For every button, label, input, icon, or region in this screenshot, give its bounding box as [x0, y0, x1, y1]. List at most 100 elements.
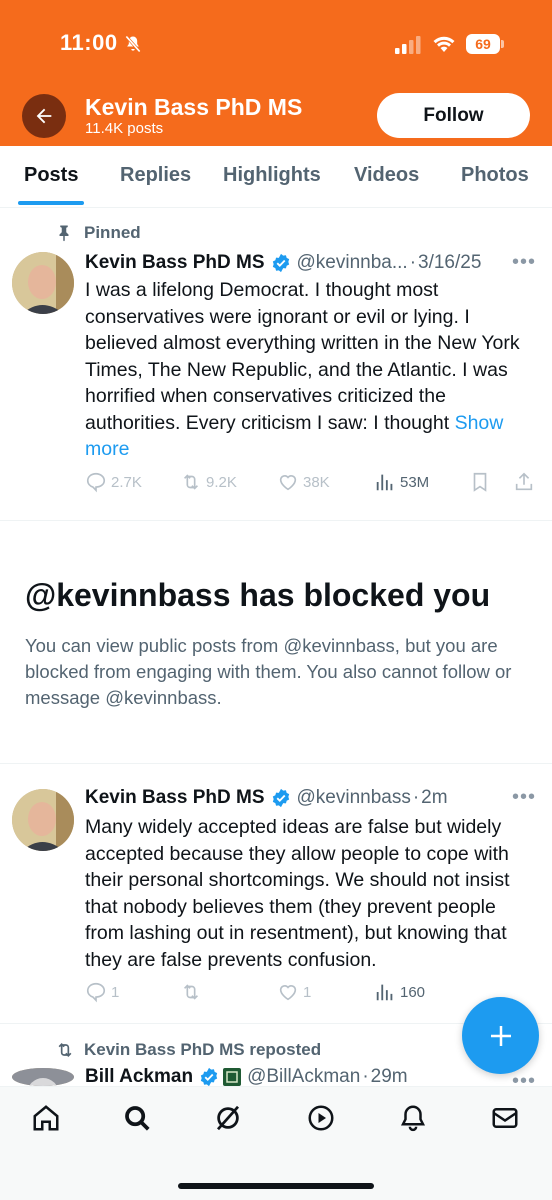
- more-options-icon[interactable]: •••: [512, 786, 536, 809]
- bottom-navigation: [0, 1086, 552, 1200]
- meta-separator: ·: [412, 787, 420, 808]
- profile-posts-count: 11.4K posts: [85, 120, 164, 137]
- pinned-post-meta: Kevin Bass PhD MS @kevinnba... · 3/16/25: [85, 252, 481, 274]
- share-button[interactable]: [513, 471, 539, 493]
- repost-label: Kevin Bass PhD MS reposted: [84, 1040, 322, 1059]
- avatar[interactable]: [12, 252, 74, 314]
- video-icon[interactable]: [306, 1103, 336, 1133]
- post-author[interactable]: Bill Ackman: [85, 1067, 193, 1086]
- pinned-post-actions: 2.7K 9.2K 38K 53M: [85, 471, 535, 497]
- post-handle[interactable]: @kevinnbass: [297, 787, 411, 809]
- like-button[interactable]: 38K: [277, 471, 330, 493]
- post-time: 29m: [370, 1067, 408, 1086]
- repost-indicator: Kevin Bass PhD MS reposted: [55, 1040, 321, 1060]
- avatar[interactable]: [12, 1068, 74, 1086]
- views-button[interactable]: 160: [374, 981, 425, 1003]
- battery-level: 69: [466, 34, 500, 54]
- battery-icon: 69: [466, 34, 504, 54]
- profile-name: Kevin Bass PhD MS: [85, 94, 303, 120]
- bell-off-icon: [125, 35, 141, 53]
- follow-button[interactable]: Follow: [377, 93, 530, 138]
- status-time: 11:00: [60, 30, 118, 55]
- verified-icon: [200, 1067, 218, 1086]
- post-handle[interactable]: @BillAckman: [247, 1067, 360, 1086]
- like-button[interactable]: 1: [277, 981, 311, 1003]
- pinned-post-body: I was a lifelong Democrat. I thought mos…: [85, 279, 520, 434]
- pinned-post-text: I was a lifelong Democrat. I thought mos…: [85, 277, 540, 463]
- back-button[interactable]: [22, 94, 66, 138]
- wifi-icon: [433, 36, 455, 52]
- tab-photos[interactable]: Photos: [461, 164, 529, 187]
- battery-tip: [501, 40, 504, 48]
- tab-replies[interactable]: Replies: [120, 164, 191, 187]
- like-icon: [279, 985, 297, 1001]
- messages-icon[interactable]: [490, 1103, 520, 1133]
- notifications-icon[interactable]: [398, 1103, 428, 1133]
- views-button[interactable]: 53M: [374, 471, 429, 493]
- verified-icon: [272, 788, 289, 808]
- reply-count: 1: [111, 983, 120, 1001]
- reply-icon: [86, 982, 106, 1003]
- home-icon[interactable]: [31, 1103, 61, 1133]
- reply-button[interactable]: 2.7K: [85, 471, 142, 493]
- repost-meta: Bill Ackman @BillAckman · 29m: [85, 1067, 408, 1086]
- more-options-icon[interactable]: •••: [512, 1070, 536, 1086]
- post-text: Many widely accepted ideas are false but…: [85, 816, 510, 971]
- pinned-text: Pinned: [84, 223, 141, 242]
- home-indicator: [178, 1183, 374, 1189]
- meta-separator: ·: [362, 1067, 369, 1086]
- tab-videos[interactable]: Videos: [354, 164, 419, 187]
- signal-icon: [395, 36, 421, 54]
- bookmark-button[interactable]: [469, 471, 495, 493]
- status-bar: 11:00 69: [0, 0, 552, 88]
- post-divider: [0, 763, 552, 764]
- search-icon[interactable]: [122, 1103, 152, 1133]
- like-icon: [279, 475, 297, 491]
- reply-button[interactable]: 1: [85, 981, 119, 1003]
- views-icon: [376, 984, 393, 1001]
- post-actions: 1 1 160: [85, 981, 535, 1007]
- back-arrow-icon: [36, 108, 52, 124]
- active-tab-indicator: [18, 201, 84, 205]
- post-divider: [0, 520, 552, 521]
- views-count: 53M: [400, 473, 430, 491]
- pin-icon: [59, 225, 69, 242]
- post-author[interactable]: Kevin Bass PhD MS: [85, 787, 265, 809]
- blocked-description: You can view public posts from @kevinnba…: [25, 635, 512, 708]
- affiliate-badge-icon: [223, 1067, 242, 1086]
- tab-posts[interactable]: Posts: [24, 164, 78, 187]
- repost-button[interactable]: [180, 981, 206, 1003]
- avatar-image: [12, 789, 74, 851]
- share-icon: [515, 472, 533, 491]
- like-count: 38K: [303, 473, 330, 491]
- avatar-image: [12, 252, 74, 314]
- tab-highlights[interactable]: Highlights: [223, 164, 321, 187]
- grok-icon[interactable]: [213, 1103, 243, 1133]
- profile-header: 11:00 69 Kevin Bass PhD MS 11.4K posts F…: [0, 0, 552, 146]
- views-icon: [376, 474, 393, 491]
- post-date: 3/16/25: [418, 252, 482, 273]
- post-author[interactable]: Kevin Bass PhD MS: [85, 252, 265, 274]
- repost-icon: [183, 984, 199, 1000]
- like-count: 1: [303, 983, 312, 1001]
- reply-count: 2.7K: [111, 473, 142, 491]
- compose-button[interactable]: [462, 997, 539, 1074]
- repost-icon: [183, 474, 199, 490]
- post-meta: Kevin Bass PhD MS @kevinnbass · 2m: [85, 787, 448, 809]
- post-time: 2m: [421, 787, 448, 808]
- repost-button[interactable]: 9.2K: [180, 471, 237, 493]
- repost-icon: [58, 1042, 72, 1058]
- views-count: 160: [400, 983, 426, 1001]
- plus-icon: [490, 1025, 511, 1046]
- verified-icon: [272, 253, 289, 273]
- avatar-image: [12, 1068, 74, 1086]
- repost-count: 9.2K: [206, 473, 237, 491]
- reply-icon: [86, 472, 106, 493]
- more-options-icon[interactable]: •••: [512, 251, 536, 274]
- avatar[interactable]: [12, 789, 74, 851]
- post-handle[interactable]: @kevinnba...: [297, 252, 408, 274]
- bookmark-icon: [473, 472, 487, 492]
- profile-tabs: Posts Replies Highlights Videos Photos: [0, 146, 552, 208]
- pinned-label: Pinned: [55, 223, 141, 243]
- blocked-title: @kevinnbass has blocked you: [25, 577, 491, 613]
